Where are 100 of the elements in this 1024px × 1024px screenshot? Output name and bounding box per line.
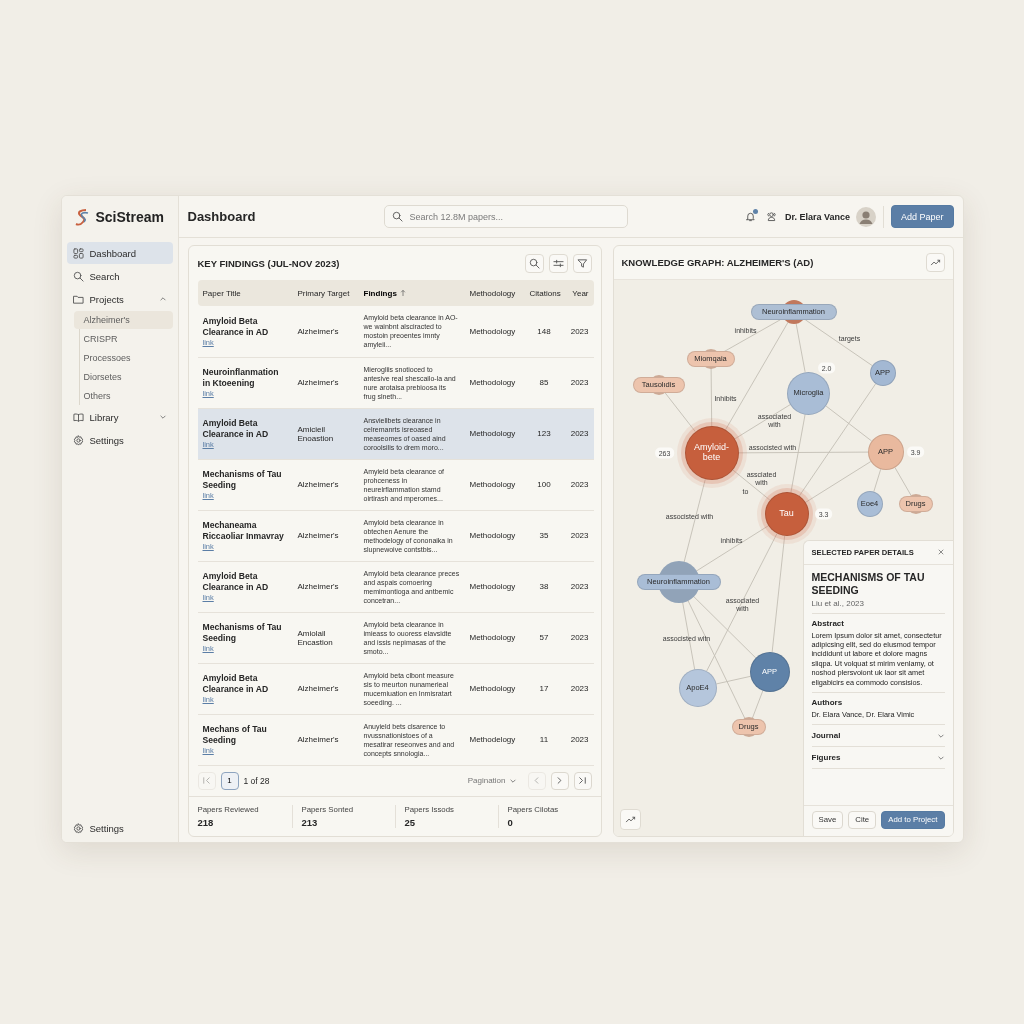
people-icon[interactable] — [765, 211, 777, 222]
column-header[interactable]: Year — [563, 280, 594, 306]
table-cell: 2023 — [570, 429, 589, 438]
avatar[interactable] — [855, 206, 876, 227]
project-item[interactable]: Diorsetes — [73, 368, 173, 386]
table-cell: Methodology — [469, 633, 516, 642]
filter-button[interactable] — [572, 253, 592, 273]
table-cell: Amiolail Encastion — [297, 628, 333, 647]
last-page-icon — [577, 775, 588, 786]
table-cell: Alzheimer's — [297, 378, 339, 387]
sidebar-item[interactable]: Settings — [66, 817, 173, 840]
table-cell: Alzheimer's — [297, 582, 339, 591]
paper-heading: MECHANISMS OF TAU SEEDING — [811, 570, 926, 597]
table-cell: Methodology — [469, 326, 516, 336]
table-cell: 2023 — [570, 735, 589, 744]
table-cell: 11 — [539, 735, 549, 744]
paper-title: Mechaneama Riccaoliar Inmavray — [202, 520, 285, 542]
sort-arrow-icon — [399, 288, 406, 297]
last-page-button[interactable] — [573, 771, 592, 790]
table-cell: 100 — [537, 480, 551, 489]
search-field[interactable]: Search 12.8M papers... — [383, 205, 628, 228]
accordion-header[interactable]: Journal — [811, 725, 945, 748]
column-header[interactable]: Citations — [524, 280, 564, 306]
trend-button[interactable] — [619, 808, 641, 830]
trend-button[interactable] — [925, 253, 945, 272]
graph-node[interactable]: Tau — [764, 492, 809, 536]
table-cell: 57 — [539, 633, 549, 642]
column-header[interactable]: Findings — [358, 280, 465, 306]
paper-title: Neuroinflanmation in Ktoeening — [202, 367, 280, 389]
table-cell: Methodology — [469, 531, 516, 540]
close-icon[interactable] — [936, 548, 945, 556]
page-summary: 1 of 28 — [243, 775, 270, 786]
table-cell: Alzheimer's — [297, 480, 339, 489]
app-name: SciStream — [95, 209, 164, 225]
paper-title: Mechanisms of Tau Seeding — [202, 469, 283, 491]
section-heading: Authors — [811, 697, 844, 707]
table-cell: 17 — [539, 684, 549, 693]
table-cell: 2023 — [570, 378, 589, 387]
dashboard-icon — [72, 247, 84, 259]
table-cell: Methodology — [469, 582, 516, 591]
table-cell: 35 — [539, 531, 549, 540]
settings-icon — [72, 434, 84, 446]
project-item[interactable]: Processoes — [73, 349, 173, 367]
sidebar-item[interactable]: Library — [66, 406, 173, 428]
sidebar-item[interactable]: Dashboard — [66, 242, 173, 264]
search-button[interactable] — [524, 253, 544, 273]
sidebar-item[interactable]: Search — [66, 265, 173, 287]
table-cell: 2023 — [570, 582, 589, 591]
stat-value: 0 — [507, 816, 514, 828]
table-cell: Methodology — [469, 684, 516, 693]
paper-title: Amyloid Beta Clearance in AD — [202, 571, 270, 593]
pagination-dropdown[interactable]: Pagination — [467, 776, 517, 785]
user-name: Dr. Elara Vance — [784, 211, 850, 222]
paper-citation: Liu et al., 2023 — [811, 596, 945, 614]
stat-value: 218 — [197, 816, 215, 828]
accordion-header[interactable]: Figures — [811, 747, 945, 770]
stat-value: 213 — [301, 816, 319, 828]
paper-title: Amyloid Beta Clearance in AD — [202, 315, 270, 338]
search-icon — [391, 211, 403, 222]
project-item[interactable]: CRISPR — [73, 330, 173, 348]
paper-title: Amyloid Beta Clearance in AD — [202, 418, 270, 440]
folder-icon — [72, 293, 84, 305]
chevron-icon — [158, 413, 167, 421]
add-paper-button[interactable]: Add Paper — [890, 205, 954, 228]
paper-title: Mechanisms of Tau Seeding — [202, 622, 283, 644]
table-cell: Alzheimer's — [297, 684, 339, 693]
graph-node[interactable]: Amyloid-bete — [684, 426, 739, 480]
search-input[interactable]: Search 12.8M papers... — [407, 210, 620, 223]
table-cell: 2023 — [570, 326, 589, 336]
project-item[interactable]: Others — [73, 387, 173, 405]
column-header[interactable]: Primary Target — [292, 280, 359, 306]
edge-line — [894, 467, 912, 497]
column-header[interactable]: Paper Title — [197, 280, 293, 306]
table-cell: 38 — [539, 582, 549, 591]
search-icon — [528, 257, 540, 269]
table-cell: Methodelogy — [469, 735, 516, 744]
table-cell: Alzheimer's — [297, 735, 339, 744]
table-cell: Methodology — [469, 480, 516, 489]
table-cell: 2023 — [570, 480, 589, 489]
sidebar-item[interactable]: Projects — [66, 288, 173, 310]
edge-line — [751, 690, 763, 720]
table-cell: 123 — [537, 429, 551, 438]
column-header[interactable]: Methodology — [464, 280, 525, 306]
paper-title: Amyloid Beta Clearance in AD — [202, 673, 270, 695]
edge-line — [710, 366, 712, 427]
table-cell: 2023 — [570, 633, 589, 642]
page-title: Dashboard — [187, 209, 257, 224]
bell-icon — [744, 211, 756, 222]
table-cell: 2023 — [570, 684, 589, 693]
paper-title: Mechans of Tau Seeding — [202, 724, 268, 746]
table-cell: 85 — [539, 378, 549, 387]
project-item[interactable]: Alzheimer's — [73, 311, 173, 329]
sliders-icon — [552, 257, 564, 269]
sidebar-item[interactable]: Settings — [66, 429, 173, 451]
notification-button[interactable] — [744, 211, 756, 222]
first-page-icon — [201, 775, 212, 786]
chevron-icon — [158, 295, 167, 303]
sliders-button[interactable] — [548, 253, 568, 273]
table-cell: Alzheimer's — [297, 531, 339, 540]
page-button[interactable]: 1 — [220, 771, 239, 790]
